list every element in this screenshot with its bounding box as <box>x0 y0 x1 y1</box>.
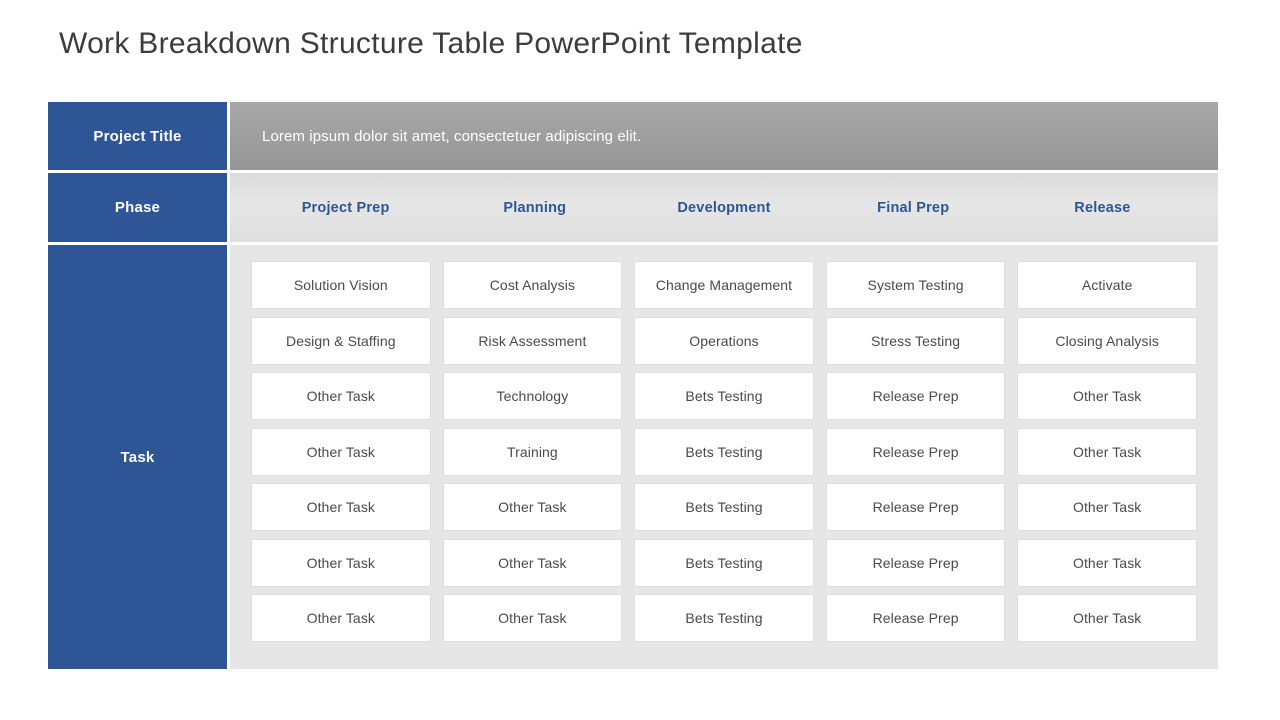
task-cell[interactable]: Bets Testing <box>634 372 814 420</box>
task-cell[interactable]: Release Prep <box>825 427 1006 476</box>
task-line: Other Task Other Task Bets Testing Relea… <box>251 538 1197 587</box>
phase-label: Phase <box>48 173 227 242</box>
task-cell[interactable]: Bets Testing <box>634 427 814 476</box>
task-cell[interactable]: Other Task <box>251 427 431 476</box>
task-cell[interactable]: Other Task <box>251 372 431 420</box>
task-cell[interactable]: Stress Testing <box>825 316 1006 365</box>
task-line: Other Task Training Bets Testing Release… <box>251 427 1197 476</box>
task-cell[interactable]: Closing Analysis <box>1017 316 1197 365</box>
task-line: Design & Staffing Risk Assessment Operat… <box>251 316 1197 365</box>
task-label: Task <box>48 245 227 669</box>
task-cell[interactable]: Release Prep <box>825 538 1006 587</box>
task-cell[interactable]: Other Task <box>442 538 623 587</box>
task-cell[interactable]: Release Prep <box>825 372 1006 420</box>
task-cell[interactable]: Other Task <box>1017 427 1197 476</box>
task-cell[interactable]: Technology <box>442 372 623 420</box>
task-cell[interactable]: Operations <box>634 316 814 365</box>
phase-header-1[interactable]: Project Prep <box>251 200 440 216</box>
phase-header-strip: Project Prep Planning Development Final … <box>230 173 1218 242</box>
task-cell[interactable]: Training <box>442 427 623 476</box>
task-row: Task Solution Vision Cost Analysis Chang… <box>48 245 1218 669</box>
phase-header-5[interactable]: Release <box>1008 200 1197 216</box>
phase-row: Phase Project Prep Planning Development … <box>48 173 1218 242</box>
work-breakdown-structure-table: Project Title Lorem ipsum dolor sit amet… <box>48 102 1218 669</box>
task-cell[interactable]: Bets Testing <box>634 594 814 642</box>
task-cell[interactable]: Other Task <box>1017 372 1197 420</box>
slide-canvas: Work Breakdown Structure Table PowerPoin… <box>0 0 1280 720</box>
phase-header-3[interactable]: Development <box>629 200 818 216</box>
project-title-label: Project Title <box>48 102 227 170</box>
task-grid: Solution Vision Cost Analysis Change Man… <box>230 245 1218 669</box>
task-cell[interactable]: Activate <box>1017 261 1197 309</box>
task-cell[interactable]: Bets Testing <box>634 483 814 531</box>
project-title-row: Project Title Lorem ipsum dolor sit amet… <box>48 102 1218 170</box>
task-cell[interactable]: Other Task <box>251 538 431 587</box>
task-cell[interactable]: Release Prep <box>825 483 1006 531</box>
task-cell[interactable]: Other Task <box>251 594 431 642</box>
task-cell[interactable]: Cost Analysis <box>442 261 623 309</box>
task-cell[interactable]: Bets Testing <box>634 538 814 587</box>
task-line: Other Task Technology Bets Testing Relea… <box>251 372 1197 420</box>
task-cell[interactable]: Solution Vision <box>251 261 431 309</box>
task-cell[interactable]: System Testing <box>825 261 1006 309</box>
phase-header-2[interactable]: Planning <box>440 200 629 216</box>
task-cell[interactable]: Risk Assessment <box>442 316 623 365</box>
phase-header-4[interactable]: Final Prep <box>819 200 1008 216</box>
task-line: Other Task Other Task Bets Testing Relea… <box>251 483 1197 531</box>
task-cell[interactable]: Change Management <box>634 261 814 309</box>
task-line: Other Task Other Task Bets Testing Relea… <box>251 594 1197 642</box>
task-line: Solution Vision Cost Analysis Change Man… <box>251 261 1197 309</box>
task-cell[interactable]: Release Prep <box>825 594 1006 642</box>
task-cell[interactable]: Other Task <box>442 594 623 642</box>
project-title-value[interactable]: Lorem ipsum dolor sit amet, consectetuer… <box>230 102 1218 170</box>
task-cell[interactable]: Other Task <box>1017 594 1197 642</box>
task-cell[interactable]: Other Task <box>1017 483 1197 531</box>
task-cell[interactable]: Other Task <box>251 483 431 531</box>
page-title: Work Breakdown Structure Table PowerPoin… <box>59 27 803 60</box>
task-cell[interactable]: Other Task <box>442 483 623 531</box>
task-cell[interactable]: Other Task <box>1017 538 1197 587</box>
task-cell[interactable]: Design & Staffing <box>251 316 431 365</box>
